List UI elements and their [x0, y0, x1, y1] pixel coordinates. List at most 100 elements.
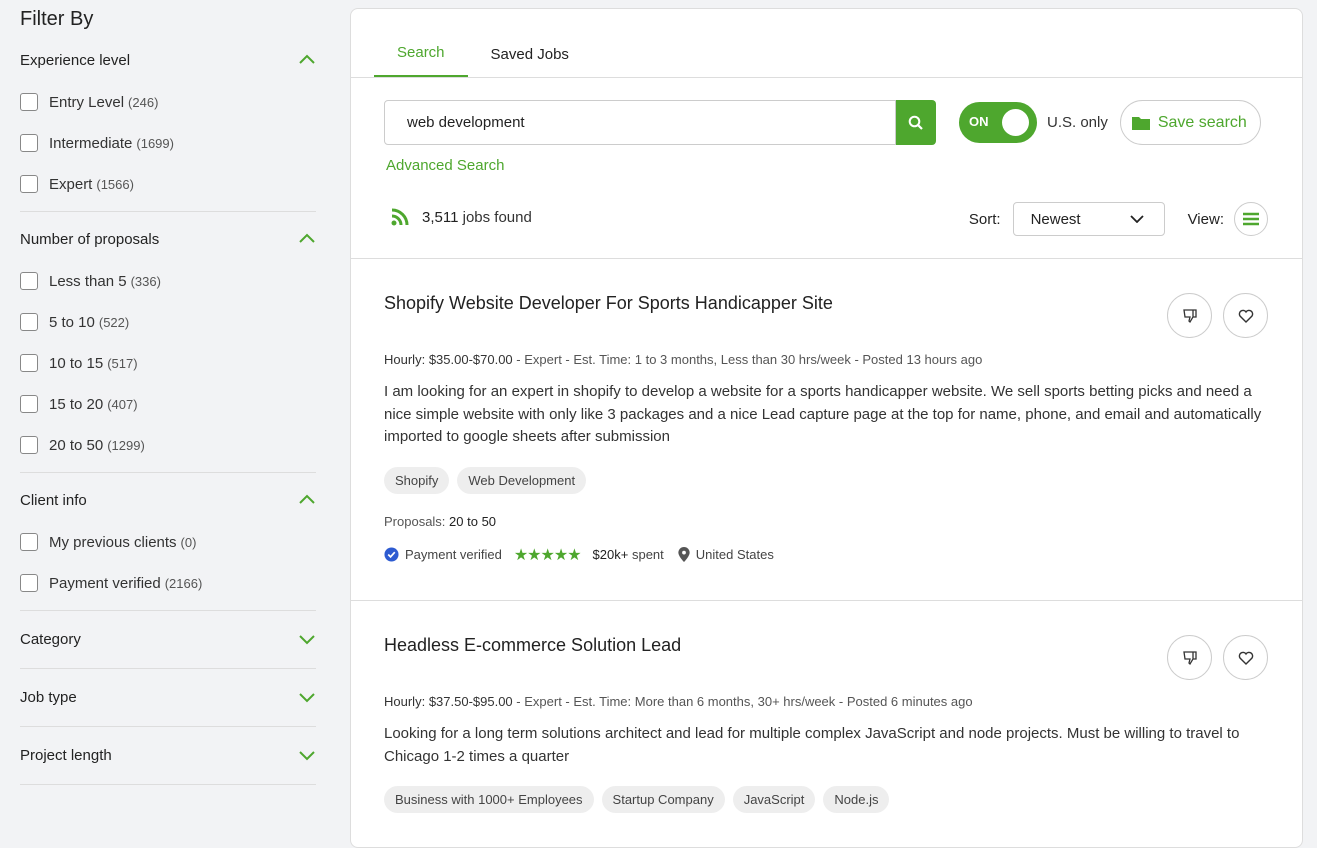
- filter-sidebar: Filter By Experience level Entry Level(2…: [20, 0, 316, 785]
- spent-label: spent: [632, 547, 664, 562]
- proposals: Proposals: 20 to 50: [384, 514, 1269, 529]
- tab-search[interactable]: Search: [374, 44, 468, 77]
- job-search-panel: Search Saved Jobs web development ON U.S…: [350, 8, 1303, 848]
- proposals-value: 20 to 50: [449, 514, 496, 529]
- filter-section-header[interactable]: Number of proposals: [20, 229, 316, 249]
- filter-section-header[interactable]: Job type: [20, 687, 316, 707]
- skill-tag[interactable]: Business with 1000+ Employees: [384, 786, 594, 813]
- skill-tag[interactable]: JavaScript: [733, 786, 816, 813]
- client-spent: $20k+: [593, 547, 629, 562]
- filter-option[interactable]: 10 to 15 (517): [20, 354, 316, 372]
- advanced-search-link[interactable]: Advanced Search: [386, 157, 504, 174]
- view-label: View:: [1188, 211, 1224, 228]
- job-description: I am looking for an expert in shopify to…: [384, 381, 1264, 449]
- filter-section: Project length: [20, 727, 316, 785]
- checkbox[interactable]: [20, 574, 38, 592]
- save-search-button[interactable]: Save search: [1120, 100, 1261, 145]
- chevron-up-icon[interactable]: [298, 230, 316, 248]
- checkbox[interactable]: [20, 354, 38, 372]
- search-button[interactable]: [896, 100, 936, 145]
- job-description: Looking for a long term solutions archit…: [384, 723, 1264, 768]
- checkbox[interactable]: [20, 436, 38, 454]
- filter-section-label: Project length: [20, 747, 112, 764]
- job-details: - Expert - Est. Time: More than 6 months…: [516, 694, 972, 709]
- filter-option[interactable]: Entry Level(246): [20, 93, 316, 111]
- location-pin-icon: [678, 547, 690, 562]
- filter-option[interactable]: Expert(1566): [20, 175, 316, 193]
- filter-option[interactable]: 5 to 10 (522): [20, 313, 316, 331]
- filter-section-label: Job type: [20, 689, 77, 706]
- option-count: (407): [107, 397, 137, 412]
- filter-section-label: Experience level: [20, 52, 130, 69]
- filter-option[interactable]: My previous clients(0): [20, 533, 316, 551]
- rss-icon[interactable]: [391, 208, 409, 226]
- job-details: - Expert - Est. Time: 1 to 3 months, Les…: [516, 352, 982, 367]
- job-listing[interactable]: Headless E-commerce Solution Lead Hourly…: [351, 600, 1302, 813]
- us-only-toggle[interactable]: ON: [959, 102, 1037, 143]
- skill-tag[interactable]: Shopify: [384, 467, 449, 494]
- checkbox[interactable]: [20, 533, 38, 551]
- client-info: Payment verified ★★★★★ $20k+ spent Unite…: [384, 545, 1269, 565]
- option-label: 5 to 10: [49, 314, 95, 331]
- sort-select[interactable]: Newest: [1013, 202, 1165, 236]
- checkbox[interactable]: [20, 175, 38, 193]
- option-label: Entry Level: [49, 94, 124, 111]
- filter-option[interactable]: 15 to 20 (407): [20, 395, 316, 413]
- skill-tag[interactable]: Startup Company: [602, 786, 725, 813]
- proposals-label: Proposals:: [384, 514, 445, 529]
- chevron-up-icon[interactable]: [298, 491, 316, 509]
- search-input[interactable]: web development: [384, 100, 896, 145]
- job-rate: $35.00-$70.00: [429, 352, 513, 367]
- option-label: 10 to 15: [49, 355, 103, 372]
- skill-tag[interactable]: Node.js: [823, 786, 889, 813]
- option-count: (336): [131, 274, 161, 289]
- sort-label: Sort:: [969, 211, 1001, 228]
- chevron-down-icon[interactable]: [298, 746, 316, 764]
- filter-section-header[interactable]: Category: [20, 629, 316, 649]
- chevron-down-icon[interactable]: [298, 630, 316, 648]
- filter-option[interactable]: Intermediate(1699): [20, 134, 316, 152]
- filter-section-header[interactable]: Experience level: [20, 50, 316, 70]
- job-listing[interactable]: Shopify Website Developer For Sports Han…: [351, 258, 1302, 565]
- toggle-label: ON: [969, 114, 989, 129]
- job-title[interactable]: Shopify Website Developer For Sports Han…: [384, 293, 1269, 314]
- jobs-found-label: jobs found: [463, 209, 532, 226]
- option-count: (517): [107, 356, 137, 371]
- tab-saved-jobs[interactable]: Saved Jobs: [468, 46, 592, 77]
- results-count: 3,511 jobs found: [391, 208, 532, 226]
- skill-tag[interactable]: Web Development: [457, 467, 586, 494]
- rating-stars: ★★★★★: [514, 545, 581, 565]
- checkbox[interactable]: [20, 313, 38, 331]
- job-title[interactable]: Headless E-commerce Solution Lead: [384, 635, 1269, 656]
- heart-icon: [1238, 650, 1254, 666]
- rate-label: Hourly:: [384, 352, 425, 367]
- filter-option[interactable]: Less than 5(336): [20, 272, 316, 290]
- filter-title: Filter By: [20, 8, 316, 38]
- option-count: (522): [99, 315, 129, 330]
- save-job-button[interactable]: [1223, 635, 1268, 680]
- dislike-button[interactable]: [1167, 293, 1212, 338]
- checkbox[interactable]: [20, 134, 38, 152]
- option-count: (1699): [136, 136, 174, 151]
- list-icon: [1243, 212, 1259, 226]
- filter-section-label: Number of proposals: [20, 231, 159, 248]
- filter-option[interactable]: Payment verified(2166): [20, 574, 316, 592]
- jobs-count: 3,511: [422, 209, 458, 226]
- chevron-up-icon[interactable]: [298, 51, 316, 69]
- option-label: 20 to 50: [49, 437, 103, 454]
- sort-value: Newest: [1031, 211, 1081, 228]
- save-job-button[interactable]: [1223, 293, 1268, 338]
- option-label: 15 to 20: [49, 396, 103, 413]
- filter-option[interactable]: 20 to 50(1299): [20, 436, 316, 454]
- checkbox[interactable]: [20, 395, 38, 413]
- thumbs-down-icon: [1182, 650, 1198, 666]
- filter-section-header[interactable]: Client info: [20, 490, 316, 510]
- option-count: (2166): [165, 576, 203, 591]
- chevron-down-icon[interactable]: [298, 688, 316, 706]
- checkbox[interactable]: [20, 272, 38, 290]
- dislike-button[interactable]: [1167, 635, 1212, 680]
- checkbox[interactable]: [20, 93, 38, 111]
- list-view-button[interactable]: [1234, 202, 1268, 236]
- filter-section-header[interactable]: Project length: [20, 745, 316, 765]
- verified-badge-icon: [384, 547, 399, 562]
